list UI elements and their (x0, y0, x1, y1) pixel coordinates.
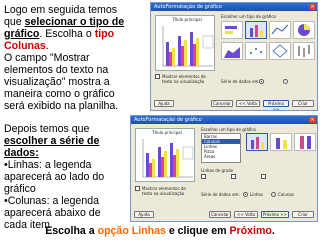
line: que selecionar o tipo de (4, 16, 125, 28)
column-chart-preview-icon (162, 26, 214, 67)
close-icon[interactable]: × (309, 4, 316, 10)
create-button[interactable]: Criar (292, 100, 314, 107)
chart-autoformat-dialog-1: AutoFormatação de gráfico × Título princ… (150, 2, 318, 111)
line: maneira como o gráfico (4, 88, 115, 100)
cancel-button[interactable]: Cancelar (209, 211, 231, 218)
data-series-label: Série de dados em: (201, 192, 240, 197)
data-series-label: Série de dados em: (221, 79, 260, 84)
dialog-titlebar: AutoFormatação de gráfico × (151, 3, 317, 11)
chart-type-pie-thumb[interactable] (293, 21, 315, 39)
line: gráfico (4, 183, 36, 195)
series-rows-radio[interactable] (259, 79, 264, 84)
chart-subtype-stacked-thumb[interactable] (270, 133, 292, 151)
instruction-text-bottom: Depois temos que escolher a série de dad… (4, 123, 127, 231)
footer-instruction: Escolha a opção Linhas e clique em Próxi… (45, 225, 275, 237)
gridline-z-checkbox[interactable] (261, 174, 266, 179)
dialog-title: AutoFormatação de gráfico (154, 4, 222, 10)
line: Depois temos que (4, 123, 90, 135)
help-button[interactable]: Ajuda (134, 211, 154, 218)
line: aparecerá ao lado do (4, 171, 105, 183)
chart-type-line-thumb[interactable] (269, 21, 291, 39)
line: O campo "Mostrar (4, 52, 90, 64)
close-icon[interactable]: × (309, 117, 316, 123)
line: gráfico. Escolha o tipo (4, 28, 115, 40)
chart-type-area-thumb[interactable] (221, 42, 243, 60)
show-text-elements-checkbox[interactable] (135, 186, 140, 191)
chart-subtype-percent-thumb[interactable] (294, 133, 316, 151)
show-text-elements-label: Mostrar elementos de texto na visualizaç… (162, 74, 206, 84)
chart-type-label: Escolher um tipo de gráfico (201, 127, 256, 132)
line: elementos do texto na (4, 64, 109, 76)
chart-type-label: Escolher um tipo de gráfico (221, 14, 276, 19)
line: Logo em seguida temos (4, 4, 118, 16)
instruction-text-top: Logo em seguida temos que selecionar o t… (4, 4, 145, 112)
back-button[interactable]: << Volta (234, 211, 258, 218)
help-button[interactable]: Ajuda (154, 100, 174, 107)
series-cols-label: Colunas (278, 192, 294, 197)
chart-type-net-thumb[interactable] (269, 42, 291, 60)
line: Colunas. (4, 40, 49, 52)
chart-preview: Título principal (135, 128, 195, 182)
next-button[interactable]: Próximo >> (261, 211, 289, 218)
cancel-button[interactable]: Cancelar (211, 100, 233, 107)
chart-preview: Título principal (155, 15, 215, 71)
gridline-y-checkbox[interactable] (231, 174, 236, 179)
dialog-title: AutoFormatação de gráfico (134, 117, 202, 123)
chart-subtype-normal-thumb[interactable] (246, 133, 268, 151)
line: escolher a série de (4, 135, 100, 147)
gridline-x-checkbox[interactable] (201, 174, 206, 179)
line: visualização" mostra a (4, 76, 110, 88)
line: •Linhas: a legenda (4, 159, 92, 171)
list-item[interactable]: Áreas (202, 154, 240, 159)
chart-autoformat-dialog-2: AutoFormatação de gráfico × Título princ… (130, 115, 318, 222)
chart-subtype-list[interactable]: Barras Colunas Linhas Pizza Áreas (201, 133, 241, 163)
line: dados: (4, 147, 39, 159)
show-text-elements-label: Mostrar elementos de texto na visualizaç… (142, 186, 186, 196)
dialog-titlebar: AutoFormatação de gráfico × (131, 116, 317, 124)
back-button[interactable]: << Volta (236, 100, 260, 107)
create-button[interactable]: Criar (292, 211, 314, 218)
series-rows-radio[interactable] (243, 192, 248, 197)
chart-type-scatter-thumb[interactable] (245, 42, 267, 60)
chart-type-bar-thumb[interactable] (221, 21, 243, 39)
gridlines-label: Linhas de grade (201, 168, 234, 173)
line: •Colunas: a legenda (4, 195, 100, 207)
chart-type-stock-thumb[interactable] (293, 42, 315, 60)
series-rows-label: Linhas (250, 192, 263, 197)
column-chart-preview-icon (142, 139, 194, 178)
line: aparecerá abaixo de (4, 207, 101, 219)
next-button[interactable]: Próximo >> (263, 100, 289, 110)
chart-type-column-thumb[interactable] (245, 21, 267, 39)
series-cols-radio[interactable] (283, 79, 288, 84)
show-text-elements-checkbox[interactable] (155, 74, 160, 79)
series-cols-radio[interactable] (271, 192, 276, 197)
line: será exibido na planilha. (4, 100, 119, 112)
